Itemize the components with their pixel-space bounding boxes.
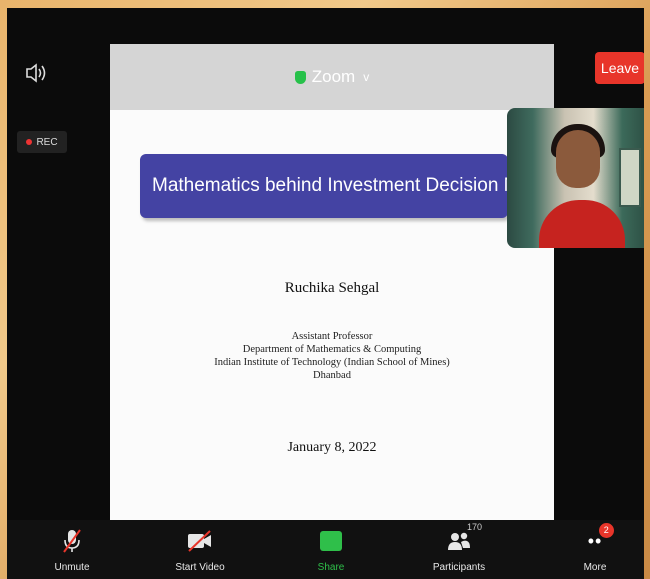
video-off-icon (160, 528, 240, 554)
participants-count: 170 (467, 522, 483, 532)
presenter-face (556, 130, 600, 188)
speaker-icon[interactable] (23, 60, 49, 86)
unmute-label: Unmute (54, 562, 90, 573)
muted-mic-icon (32, 528, 112, 554)
affiliation-line: Dhanbad (313, 370, 351, 381)
start-video-label: Start Video (175, 562, 225, 573)
slide-author: Ruchika Sehgal (284, 280, 380, 296)
more-button[interactable]: •• 2 More (555, 520, 635, 579)
participants-icon (419, 528, 499, 554)
shield-icon (294, 70, 306, 84)
chevron-down-icon: v (363, 70, 370, 84)
presenter-body (539, 200, 625, 248)
share-label: Share (317, 562, 345, 573)
participants-button[interactable]: 170 Participants (419, 520, 499, 579)
affiliation-line: Assistant Professor (291, 331, 373, 342)
zoom-window: REC Zoom v Leave Mathematics behind Inve… (7, 8, 644, 579)
more-label: More (583, 562, 607, 573)
leave-button[interactable]: Leave (595, 52, 644, 84)
background-window (619, 148, 641, 207)
affiliation-line: Indian Institute of Technology (Indian S… (214, 357, 450, 368)
affiliation-line: Department of Mathematics & Computing (242, 344, 422, 355)
shared-screen-slide: Mathematics behind Investment Decision M… (110, 110, 554, 520)
slide-affiliation: Assistant Professor Department of Mathem… (110, 330, 554, 382)
rec-label: REC (36, 136, 58, 148)
start-video-button[interactable]: Start Video (160, 520, 240, 579)
self-video-thumbnail[interactable] (507, 108, 644, 248)
share-button[interactable]: Share (291, 520, 371, 579)
slide-date: January 8, 2022 (287, 440, 377, 455)
unmute-button[interactable]: Unmute (32, 520, 112, 579)
participants-label: Participants (432, 562, 486, 573)
slide-title: Mathematics behind Investment Decision M… (140, 154, 508, 218)
more-dots-icon: •• 2 (588, 522, 615, 552)
meeting-toolbar: Unmute Start Video Share 170 Participant… (7, 520, 644, 579)
app-title: Zoom (311, 67, 356, 86)
share-screen-icon (320, 531, 342, 551)
record-dot-icon (26, 139, 33, 145)
recording-badge: REC (17, 131, 67, 153)
meeting-title-bar[interactable]: Zoom v (110, 44, 554, 110)
notification-badge: 2 (599, 522, 615, 538)
